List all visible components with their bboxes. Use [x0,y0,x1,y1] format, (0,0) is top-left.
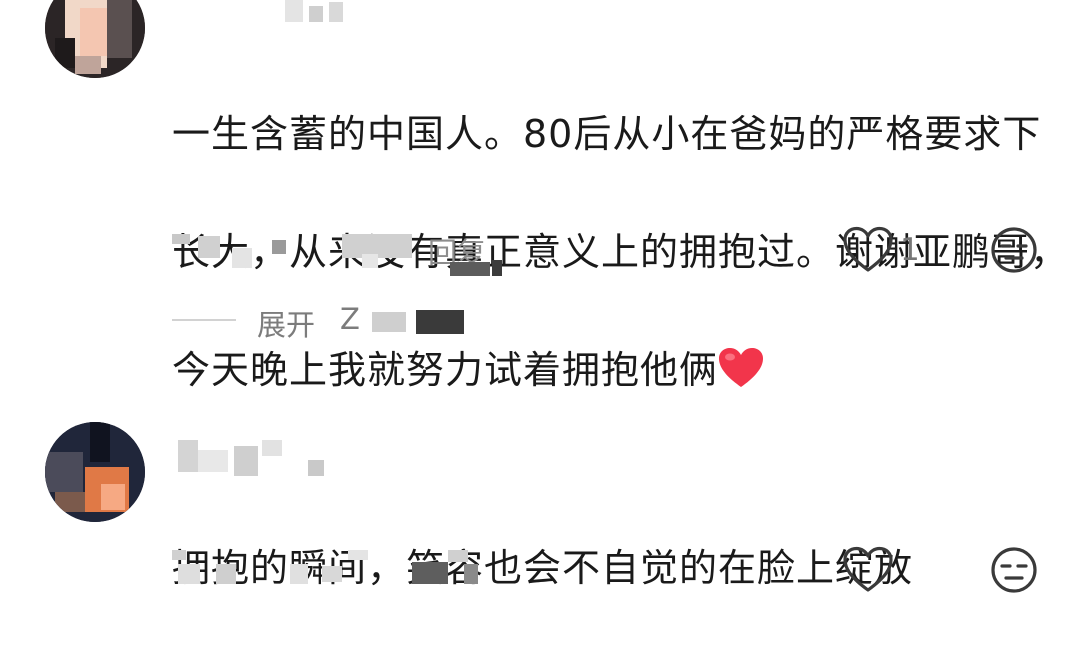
commenter-avatar[interactable] [45,422,145,522]
commenter-name[interactable] [178,440,338,476]
location-redacted [412,562,448,584]
timestamp-redacted [172,550,186,560]
heart-outline-icon [843,546,893,592]
reaction-button[interactable] [990,546,1042,598]
like-button[interactable] [842,546,894,598]
comment-meta [172,550,492,590]
neutral-face-icon [991,547,1037,593]
comment-2: 拥抱的瞬间，笑容也会不自觉的在脸上绽放 [0,0,1080,621]
